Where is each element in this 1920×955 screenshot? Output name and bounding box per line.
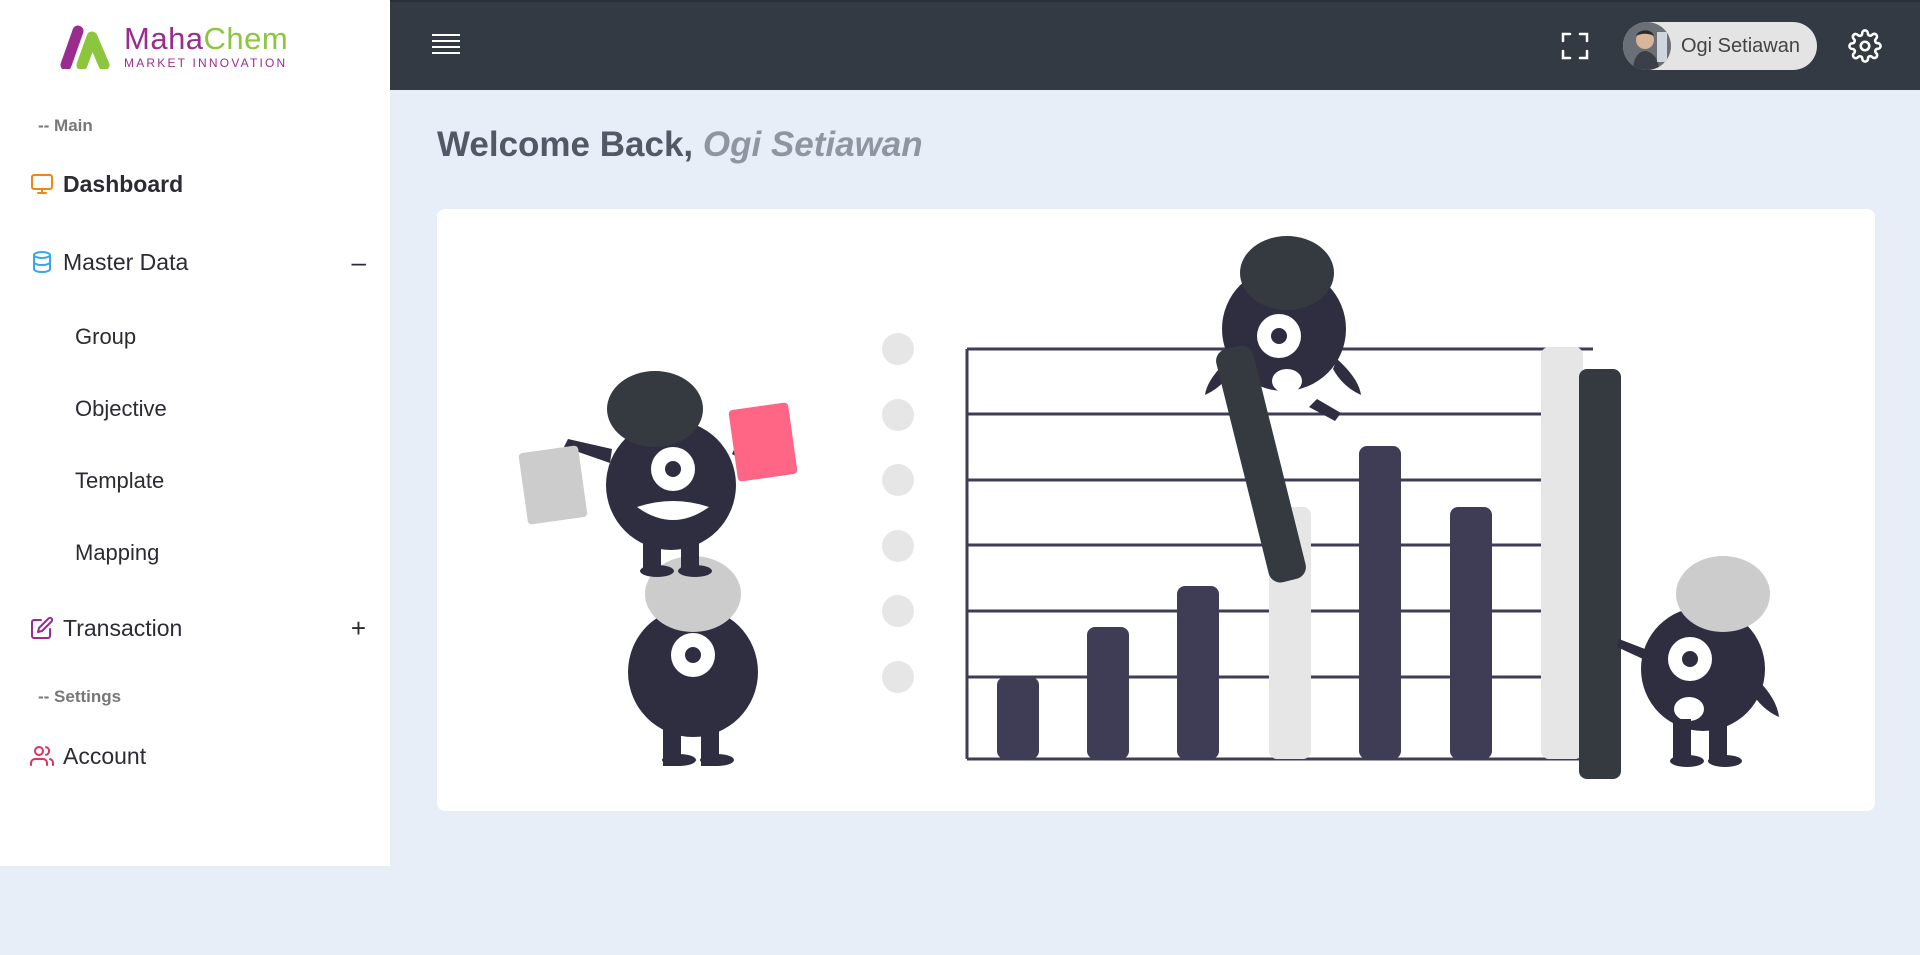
section-label-main: -- Main bbox=[38, 116, 93, 135]
sidebar-item-label: Master Data bbox=[63, 248, 189, 275]
dashboard-illustration-card bbox=[437, 209, 1875, 811]
brand-tagline: MARKET INNOVATION bbox=[124, 56, 288, 70]
user-name: Ogi Setiawan bbox=[1681, 34, 1800, 57]
sidebar: MahaChem MARKET INNOVATION -- Main Dashb… bbox=[0, 0, 390, 866]
gear-icon[interactable] bbox=[1848, 29, 1882, 63]
sidebar-subitem-group[interactable]: Group bbox=[75, 319, 136, 355]
users-icon bbox=[30, 744, 54, 768]
brand-name: MahaChem bbox=[124, 21, 289, 56]
page-title: Welcome Back, Ogi Setiawan bbox=[437, 125, 923, 164]
fullscreen-icon[interactable] bbox=[1560, 31, 1590, 61]
sidebar-item-label: Transaction bbox=[63, 614, 183, 641]
welcome-user-name: Ogi Setiawan bbox=[702, 125, 923, 164]
brand-logo[interactable]: MahaChem MARKET INNOVATION bbox=[60, 22, 288, 72]
sidebar-subitem-objective[interactable]: Objective bbox=[75, 391, 167, 427]
collapse-toggle[interactable]: – bbox=[352, 247, 366, 278]
sidebar-item-dashboard[interactable]: Dashboard bbox=[30, 164, 370, 204]
topbar: Ogi Setiawan bbox=[390, 0, 1920, 90]
mahachem-logo-icon bbox=[60, 25, 110, 69]
monsters-chart-illustration bbox=[518, 236, 1779, 779]
sidebar-item-label: Dashboard bbox=[63, 170, 184, 197]
sidebar-subitem-template[interactable]: Template bbox=[75, 463, 164, 499]
sidebar-item-master-data[interactable]: Master Data – bbox=[30, 242, 370, 282]
sidebar-item-transaction[interactable]: Transaction + bbox=[30, 608, 370, 648]
dots-decoration bbox=[882, 333, 914, 693]
avatar bbox=[1623, 22, 1671, 70]
edit-icon bbox=[30, 616, 54, 640]
sidebar-item-account[interactable]: Account bbox=[30, 736, 370, 776]
database-icon bbox=[30, 250, 54, 274]
sidebar-item-label: Account bbox=[63, 742, 147, 769]
expand-toggle[interactable]: + bbox=[351, 613, 366, 644]
monitor-icon bbox=[30, 172, 54, 196]
section-label-settings: -- Settings bbox=[38, 687, 122, 706]
hamburger-icon[interactable] bbox=[432, 34, 460, 58]
user-menu[interactable]: Ogi Setiawan bbox=[1623, 22, 1817, 70]
sidebar-subitem-mapping[interactable]: Mapping bbox=[75, 535, 159, 571]
